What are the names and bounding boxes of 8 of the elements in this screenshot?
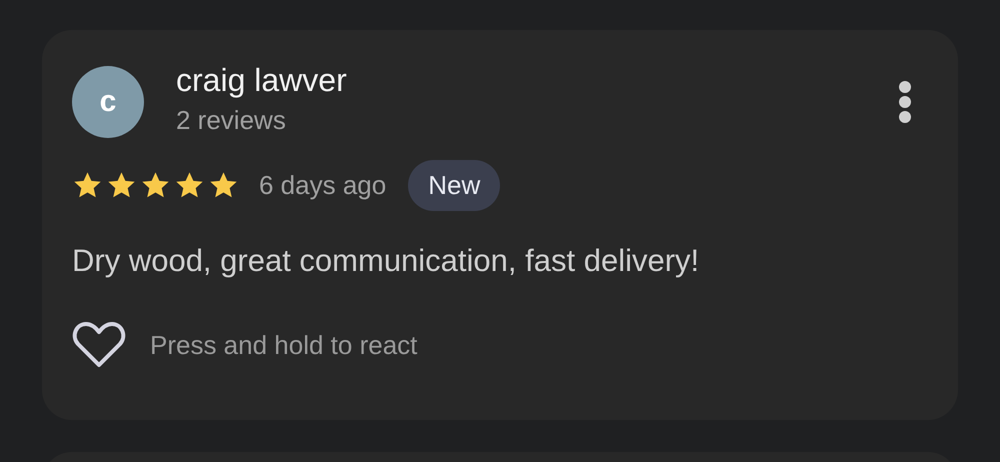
react-hint: Press and hold to react <box>150 330 418 360</box>
new-badge: New <box>408 160 500 211</box>
author-name[interactable]: craig lawver <box>176 58 347 102</box>
review-time: 6 days ago <box>259 170 386 201</box>
more-options-icon[interactable] <box>898 80 912 124</box>
review-text: Dry wood, great communication, fast delivery! <box>72 242 700 280</box>
heart-icon[interactable] <box>72 321 126 369</box>
review-count: 2 reviews <box>176 104 287 137</box>
